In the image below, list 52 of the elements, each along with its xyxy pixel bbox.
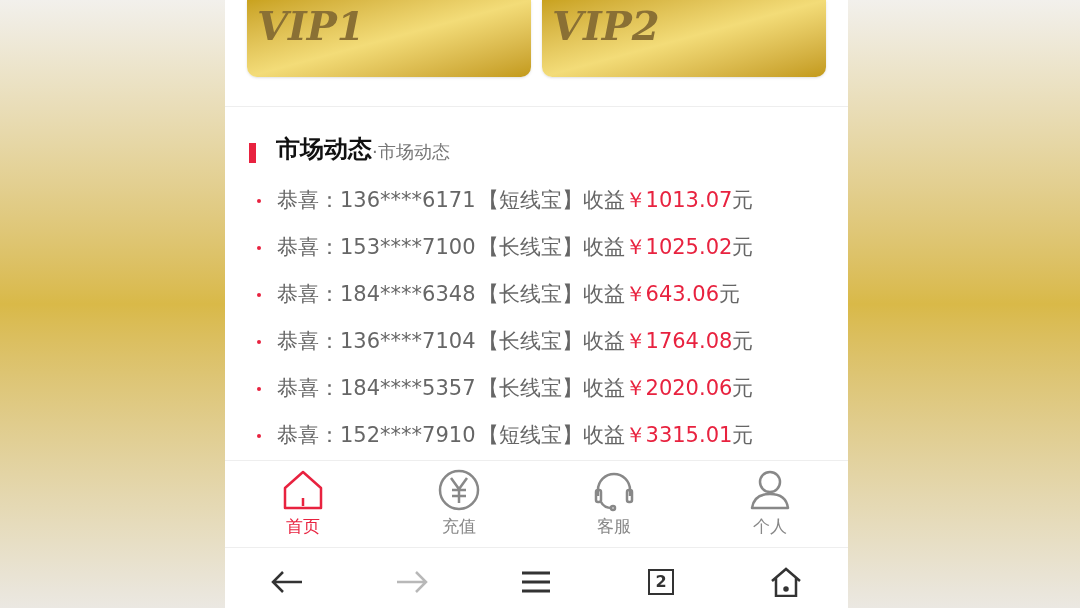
income-label: 收益: [582, 233, 625, 261]
product-name: 【长线宝】: [477, 327, 583, 355]
tab-bar-item[interactable]: 充值: [380, 461, 537, 547]
section-title: 市场动态: [276, 134, 372, 165]
income-amount: ￥3315.01: [624, 421, 733, 449]
income-amount: ￥643.06: [624, 280, 719, 308]
congrats-label: 恭喜：: [277, 186, 340, 214]
currency-unit: 元: [732, 327, 754, 355]
income-label: 收益: [582, 374, 625, 402]
currency-unit: 元: [732, 374, 754, 402]
currency-unit: 元: [732, 233, 754, 261]
currency-unit: 元: [732, 186, 754, 214]
currency-unit: 元: [719, 280, 740, 308]
income-amount: ￥1013.07: [624, 186, 733, 214]
menu-icon: [520, 570, 553, 594]
income-amount: ￥1025.02: [624, 233, 733, 261]
income-amount: ￥2020.06: [624, 374, 733, 402]
phone-number: 184****5357: [340, 374, 476, 402]
phone-number: 152****7910: [340, 421, 476, 449]
income-amount: ￥1764.08: [624, 327, 733, 355]
tab-bar-item[interactable]: 客服: [536, 461, 693, 547]
vip-label: VIP2: [552, 6, 660, 46]
congrats-label: 恭喜：: [277, 421, 340, 449]
section-subtitle: ·市场动态: [372, 140, 450, 164]
congrats-label: 恭喜：: [277, 327, 340, 355]
product-name: 【长线宝】: [477, 233, 583, 261]
income-label: 收益: [582, 327, 625, 355]
congrats-label: 恭喜：: [277, 233, 340, 261]
phone-number: 136****6171: [340, 186, 476, 214]
product-name: 【长线宝】: [477, 280, 583, 308]
income-label: 收益: [582, 421, 625, 449]
vip-label: VIP1: [257, 6, 365, 46]
product-name: 【短线宝】: [477, 421, 583, 449]
congrats-label: 恭喜：: [277, 374, 340, 402]
congrats-label: 恭喜：: [277, 280, 340, 308]
right-arrow-icon: [394, 570, 429, 594]
income-label: 收益: [582, 186, 625, 214]
phone-number: 184****6348: [340, 280, 476, 308]
vip-card[interactable]: VIP2: [542, 0, 826, 77]
tabs-button[interactable]: 2: [631, 559, 692, 605]
currency-unit: 元: [732, 421, 754, 449]
yen-coin-icon: [436, 468, 481, 513]
product-name: 【长线宝】: [477, 374, 583, 402]
phone-number: 153****7100: [340, 233, 476, 261]
section-marker: [249, 143, 256, 163]
tab-bar-item[interactable]: 个人: [692, 461, 848, 547]
income-label: 收益: [582, 280, 625, 308]
phone-number: 136****7104: [340, 327, 476, 355]
product-name: 【短线宝】: [477, 186, 583, 214]
tab-bar-item[interactable]: 首页: [225, 461, 381, 547]
left-arrow-icon: [270, 570, 305, 594]
vip-card[interactable]: VIP1: [247, 0, 531, 77]
